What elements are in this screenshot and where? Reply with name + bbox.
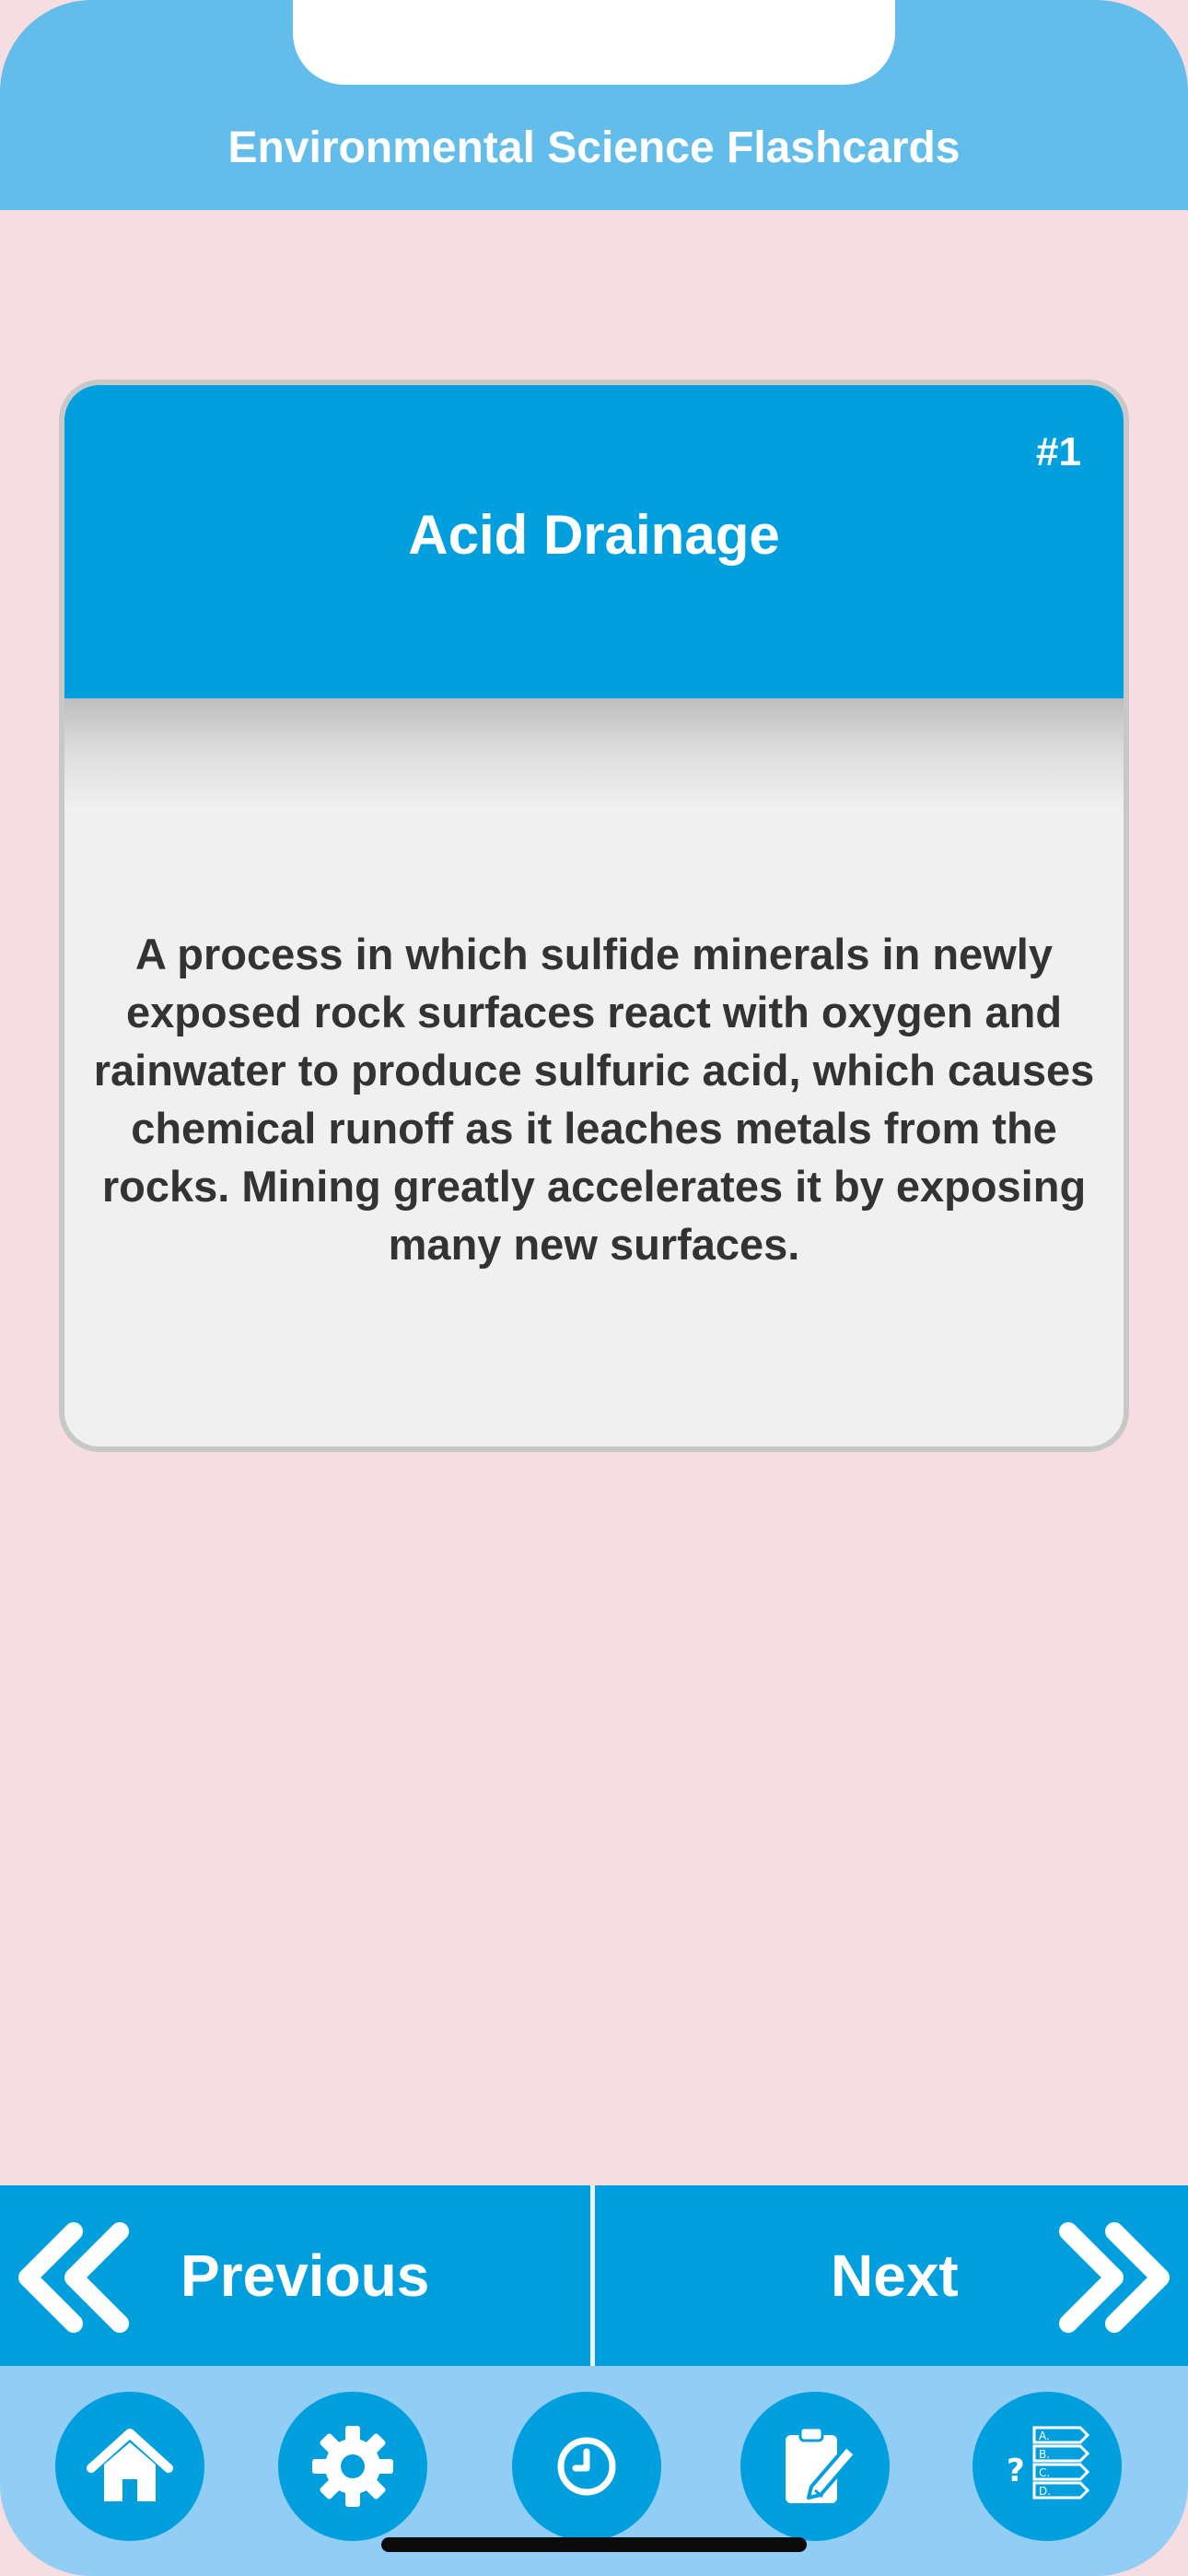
- tab-timer[interactable]: [512, 2392, 661, 2541]
- tab-home[interactable]: [55, 2392, 204, 2541]
- svg-text:B.: B.: [1039, 2448, 1050, 2461]
- notes-icon: [786, 2426, 857, 2503]
- card-navigation: Previous Next: [0, 2185, 1188, 2366]
- previous-button[interactable]: Previous: [0, 2185, 590, 2366]
- clock-icon: [557, 2437, 616, 2496]
- device-notch: [293, 0, 895, 85]
- page-title: Environmental Science Flashcards: [227, 123, 961, 172]
- svg-text:?: ?: [1007, 2453, 1025, 2489]
- tab-notes[interactable]: [740, 2392, 890, 2541]
- gear-icon: [312, 2426, 393, 2507]
- double-chevron-right-icon: [1059, 2222, 1170, 2333]
- previous-label: Previous: [181, 2242, 430, 2309]
- card-number: #1: [1036, 429, 1081, 474]
- home-icon: [87, 2429, 173, 2501]
- flashcard[interactable]: #1 Acid Drainage A process in which sulf…: [59, 380, 1129, 1452]
- next-label: Next: [831, 2242, 959, 2309]
- next-button[interactable]: Next: [595, 2185, 1188, 2366]
- tab-quiz[interactable]: ? A. B. C. D.: [973, 2392, 1122, 2541]
- card-definition: A process in which sulfide minerals in n…: [93, 930, 1095, 1269]
- svg-text:D.: D.: [1039, 2485, 1051, 2498]
- svg-text:A.: A.: [1039, 2430, 1050, 2442]
- svg-text:C.: C.: [1039, 2466, 1050, 2479]
- card-shadow: [64, 698, 1124, 809]
- quiz-icon: ? A. B. C. D.: [1007, 2426, 1090, 2500]
- card-term: Acid Drainage: [408, 504, 780, 566]
- home-indicator: [381, 2537, 807, 2552]
- app-header: Environmental Science Flashcards: [0, 0, 1188, 210]
- double-chevron-left-icon: [18, 2222, 129, 2333]
- flashcard-header: #1 Acid Drainage: [64, 385, 1124, 698]
- tab-settings[interactable]: [278, 2392, 427, 2541]
